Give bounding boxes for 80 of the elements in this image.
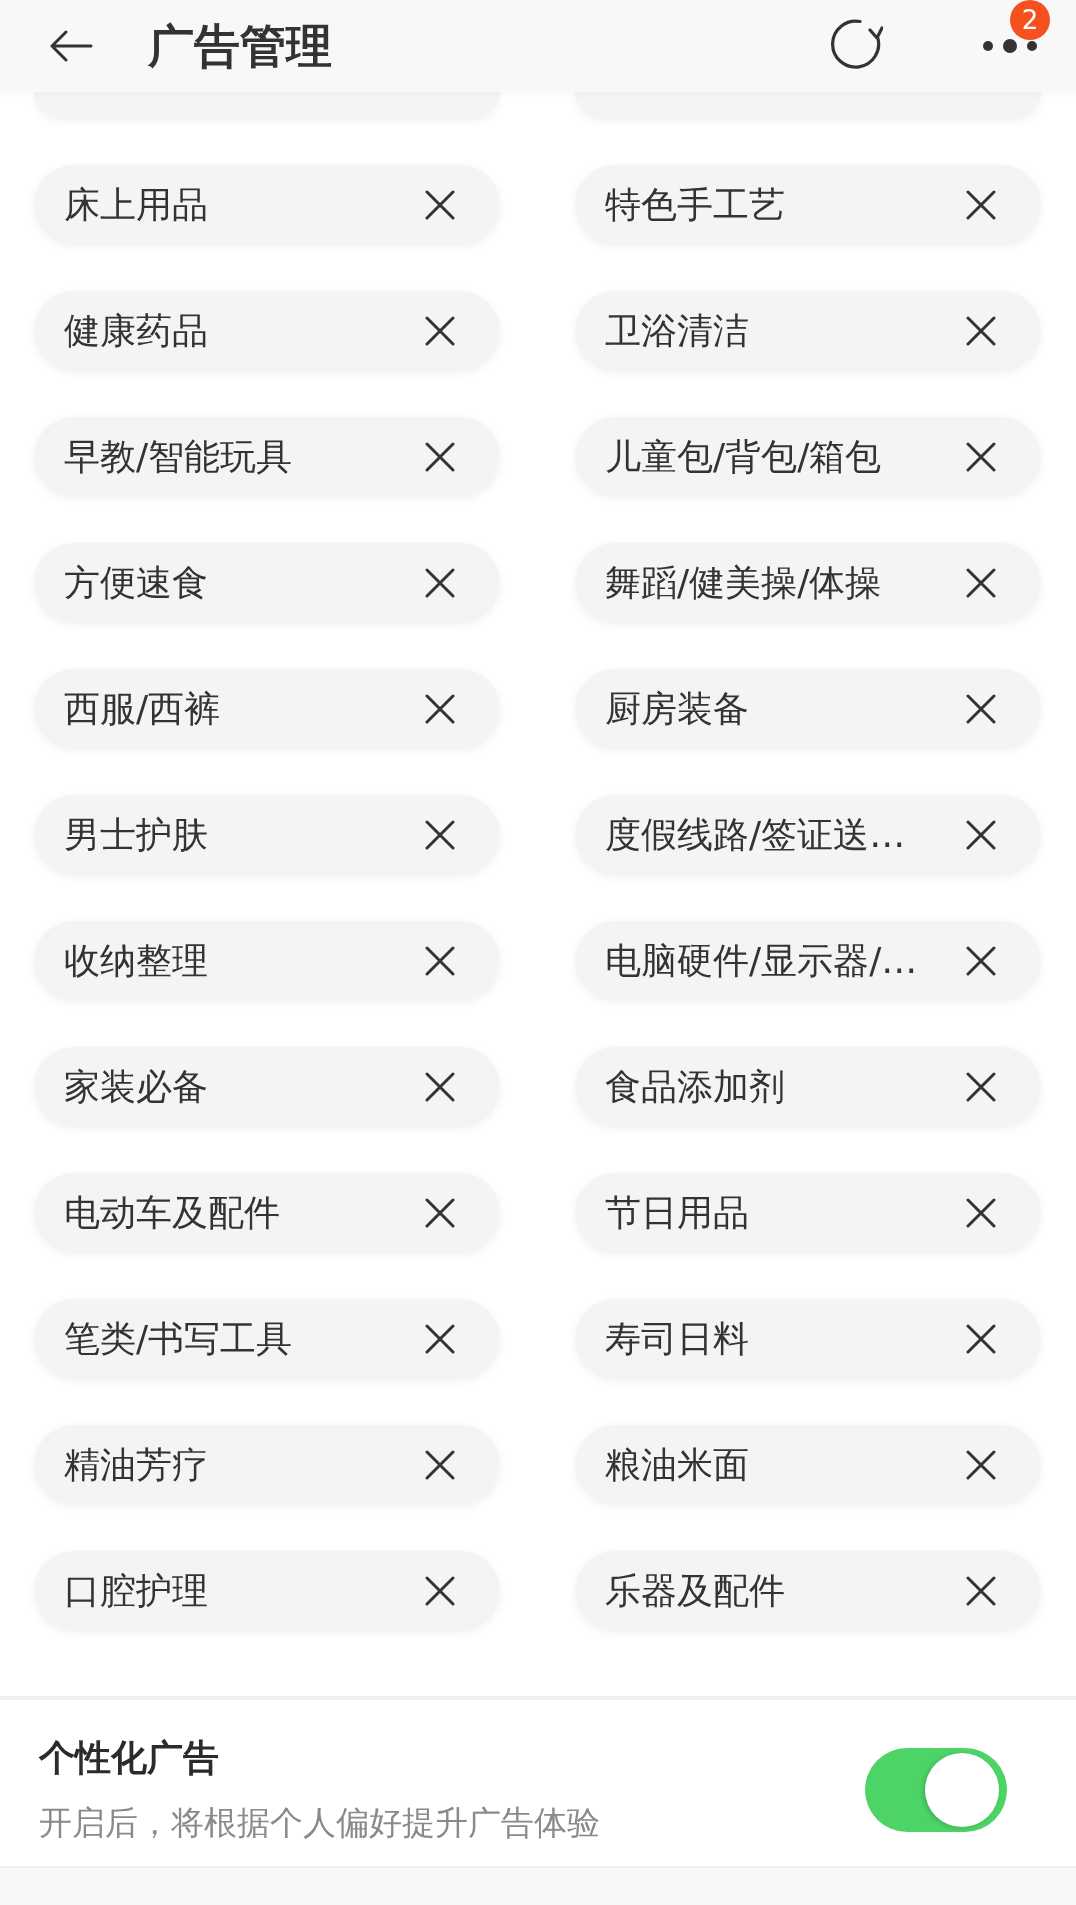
tag-label: 卫浴清洁 xyxy=(605,309,749,353)
remove-button[interactable] xyxy=(425,1576,455,1606)
tag-label: 精油芳疗 xyxy=(64,1443,208,1487)
close-icon xyxy=(425,1450,455,1480)
remove-button[interactable] xyxy=(966,694,996,724)
tag-label: 笔类/书写工具 xyxy=(64,1317,293,1361)
page-title: 广告管理 xyxy=(148,18,332,74)
tag-label: 儿童包/背包/箱包 xyxy=(605,435,882,479)
tag-label: 电脑硬件/显示器/… xyxy=(605,939,918,983)
setting-description: 开启后，将根据个人偏好提升广告体验 xyxy=(39,1802,600,1844)
close-icon xyxy=(966,1072,996,1102)
tag-label: 食品添加剂 xyxy=(605,1065,785,1109)
tag-label: 特色手工艺 xyxy=(605,183,785,227)
remove-button[interactable] xyxy=(966,1576,996,1606)
remove-button[interactable] xyxy=(966,1324,996,1354)
close-icon xyxy=(425,694,455,724)
tag-label: 方便速食 xyxy=(64,561,208,605)
back-button[interactable] xyxy=(49,30,93,62)
remove-button[interactable] xyxy=(966,1072,996,1102)
remove-button[interactable] xyxy=(425,1198,455,1228)
tag-label: 乐器及配件 xyxy=(605,1569,785,1613)
close-icon xyxy=(966,316,996,346)
notification-badge: 2 xyxy=(1010,0,1050,40)
tag-label: 西服/西裤 xyxy=(64,687,221,731)
close-icon xyxy=(425,1576,455,1606)
setting-title: 个性化广告 xyxy=(39,1736,219,1780)
remove-button[interactable] xyxy=(966,316,996,346)
remove-button[interactable] xyxy=(425,568,455,598)
remove-button[interactable] xyxy=(425,1072,455,1102)
remove-button[interactable] xyxy=(966,946,996,976)
tag-label: 电动车及配件 xyxy=(64,1191,280,1235)
tag-label: 寿司日料 xyxy=(605,1317,749,1361)
close-icon xyxy=(966,1324,996,1354)
remove-button[interactable] xyxy=(966,1450,996,1480)
close-icon xyxy=(425,946,455,976)
close-icon xyxy=(425,1198,455,1228)
tag-label: 粮油米面 xyxy=(605,1443,749,1487)
tag-label: 男士护肤 xyxy=(64,813,208,857)
close-icon xyxy=(425,568,455,598)
close-icon xyxy=(425,820,455,850)
close-icon xyxy=(966,190,996,220)
tag-label: 收纳整理 xyxy=(64,939,208,983)
tag-label: 厨房装备 xyxy=(605,687,749,731)
close-icon xyxy=(966,946,996,976)
remove-button[interactable] xyxy=(425,694,455,724)
tag-label: 床上用品 xyxy=(64,183,208,227)
more-button[interactable] xyxy=(983,39,1037,53)
remove-button[interactable] xyxy=(425,316,455,346)
remove-button[interactable] xyxy=(966,820,996,850)
close-icon xyxy=(425,442,455,472)
close-icon xyxy=(425,1324,455,1354)
close-icon xyxy=(966,1198,996,1228)
close-icon xyxy=(966,1450,996,1480)
close-icon xyxy=(966,694,996,724)
remove-button[interactable] xyxy=(966,568,996,598)
close-icon xyxy=(966,820,996,850)
remove-button[interactable] xyxy=(425,190,455,220)
remove-button[interactable] xyxy=(966,442,996,472)
close-icon xyxy=(425,316,455,346)
remove-button[interactable] xyxy=(966,1198,996,1228)
tag-label: 早教/智能玩具 xyxy=(64,435,293,479)
close-icon xyxy=(425,1072,455,1102)
remove-button[interactable] xyxy=(425,442,455,472)
tag-label: 度假线路/签证送… xyxy=(605,813,906,857)
tag-label: 舞蹈/健美操/体操 xyxy=(605,561,882,605)
tag-label: 口腔护理 xyxy=(64,1569,208,1613)
close-icon xyxy=(966,442,996,472)
more-dots-icon xyxy=(983,39,1037,53)
back-arrow-icon xyxy=(49,30,93,62)
tag-label: 家装必备 xyxy=(64,1065,208,1109)
tag-label: 节日用品 xyxy=(605,1191,749,1235)
remove-button[interactable] xyxy=(425,946,455,976)
remove-button[interactable] xyxy=(425,1450,455,1480)
remove-button[interactable] xyxy=(425,1324,455,1354)
close-icon xyxy=(966,568,996,598)
close-icon xyxy=(425,190,455,220)
remove-button[interactable] xyxy=(425,820,455,850)
tag-label: 健康药品 xyxy=(64,309,208,353)
remove-button[interactable] xyxy=(966,190,996,220)
close-icon xyxy=(966,1576,996,1606)
